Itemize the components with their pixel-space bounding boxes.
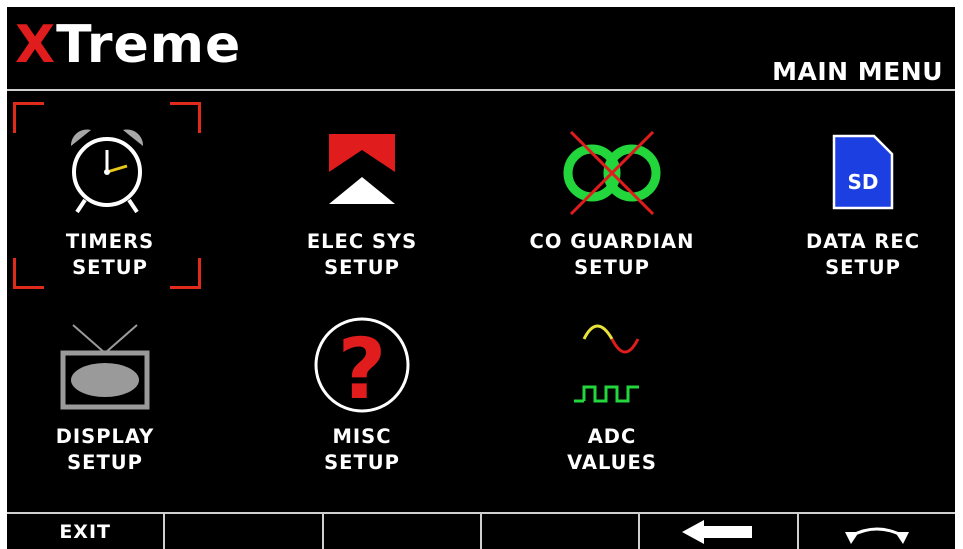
softkey-2[interactable] bbox=[165, 514, 324, 549]
menu-item-data-rec-setup[interactable]: SD DATA REC SETUP bbox=[758, 102, 955, 292]
menu-item-label: ADC VALUES bbox=[567, 425, 657, 474]
selection-bracket-top-left bbox=[13, 102, 44, 133]
softkey-exit[interactable]: EXIT bbox=[7, 514, 166, 549]
left-arrow-icon bbox=[682, 519, 753, 544]
logo-x: X bbox=[15, 15, 57, 75]
logo-text: Treme bbox=[56, 15, 242, 75]
sd-card-label: SD bbox=[847, 170, 878, 194]
menu-item-co-guardian-setup[interactable]: CO GUARDIAN SETUP bbox=[507, 102, 717, 292]
display-screen: XTreme MAIN MENU TIMERS SETUP ELEC SYS S… bbox=[7, 7, 955, 549]
softkey-4[interactable] bbox=[482, 514, 641, 549]
softkey-bar: EXIT bbox=[7, 514, 955, 549]
menu-item-timers-setup[interactable]: TIMERS SETUP bbox=[8, 102, 218, 292]
header-divider bbox=[7, 89, 955, 91]
softkey-back[interactable] bbox=[640, 514, 799, 549]
rotate-knob-icon bbox=[844, 527, 909, 544]
menu-item-misc-setup[interactable]: ? MISC SETUP bbox=[257, 297, 467, 487]
sd-card-icon: SD bbox=[832, 134, 894, 210]
menu-item-label: DATA REC SETUP bbox=[805, 230, 921, 279]
elec-sys-arrows-icon bbox=[329, 134, 395, 204]
softkey-rotate[interactable] bbox=[799, 514, 955, 549]
softkey-label: EXIT bbox=[59, 520, 111, 543]
adc-waveform-icon bbox=[574, 324, 640, 403]
co-guardian-icon bbox=[563, 130, 661, 216]
screen-title: MAIN MENU bbox=[772, 57, 943, 86]
menu-item-elec-sys-setup[interactable]: ELEC SYS SETUP bbox=[257, 102, 467, 292]
xtreme-logo: XTreme bbox=[15, 15, 241, 75]
softkey-3[interactable] bbox=[324, 514, 482, 549]
svg-text:?: ? bbox=[338, 320, 387, 417]
menu-item-label: MISC SETUP bbox=[324, 425, 400, 474]
menu-item-label: DISPLAY SETUP bbox=[55, 425, 155, 474]
menu-item-display-setup[interactable]: DISPLAY SETUP bbox=[7, 297, 210, 487]
menu-item-label: TIMERS SETUP bbox=[65, 230, 155, 279]
menu-item-label: CO GUARDIAN SETUP bbox=[529, 230, 695, 279]
menu-item-label: ELEC SYS SETUP bbox=[306, 230, 418, 279]
menu-item-adc-values[interactable]: ADC VALUES bbox=[507, 297, 717, 487]
selection-bracket-top-right bbox=[170, 102, 201, 133]
question-mark-icon: ? bbox=[314, 317, 410, 417]
alarm-clock-icon bbox=[70, 129, 144, 214]
tv-display-icon bbox=[60, 324, 150, 410]
